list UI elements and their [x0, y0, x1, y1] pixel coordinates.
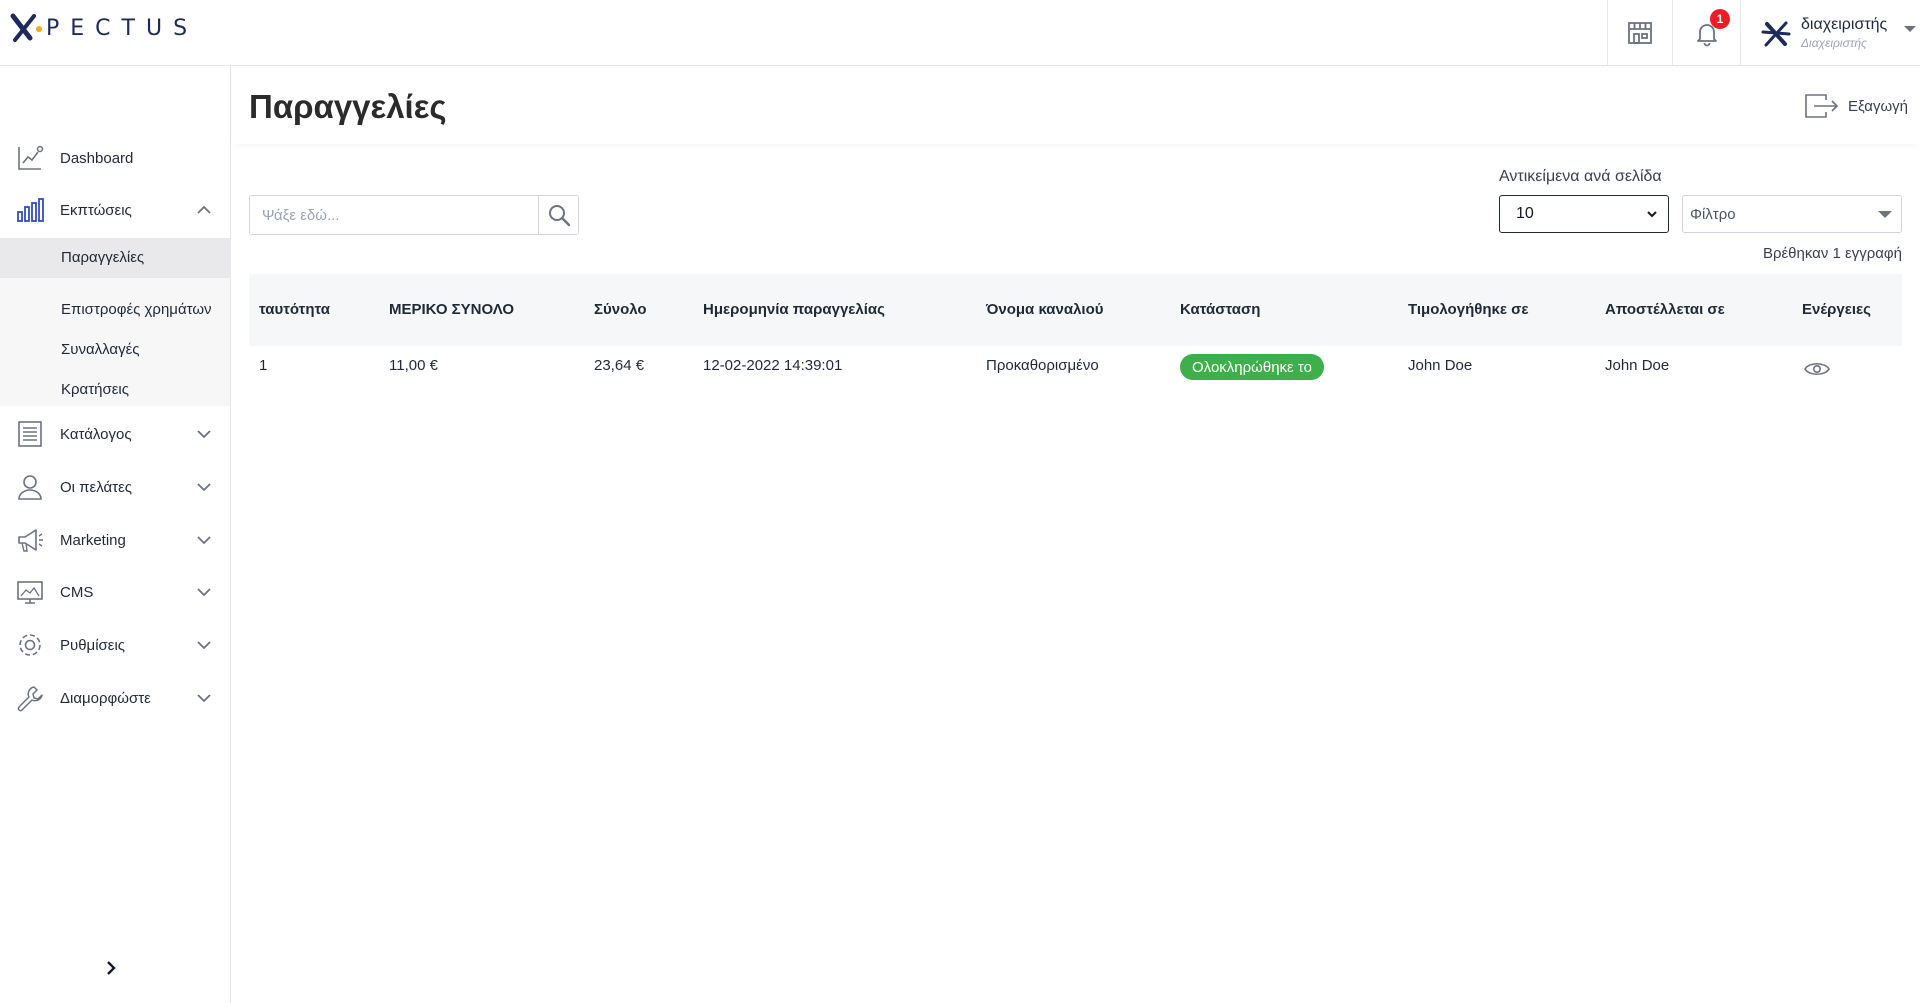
column-header-order-date[interactable]: Ημερομηνία παραγγελίας [703, 301, 885, 318]
chevron-up-icon [197, 205, 211, 214]
sidebar-item-label: Dashboard [60, 149, 134, 167]
cell-order-date: 12-02-2022 14:39:01 [703, 357, 843, 374]
megaphone-icon [18, 529, 43, 552]
sidebar: Dashboard Εκπτώσεις Παραγγελίες Επιστροφ… [0, 66, 231, 1003]
records-count: Βρέθηκαν 1 εγγραφή [1762, 245, 1902, 262]
sidebar-item-label: Εκπτώσεις [60, 201, 132, 219]
logo-text: PECTUS [46, 15, 199, 41]
table-row: 1 11,00 € 23,64 € 12-02-2022 14:39:01 Πρ… [249, 346, 1902, 388]
search-icon [548, 205, 570, 227]
sidebar-item-label: Διαμορφώστε [60, 689, 151, 707]
sidebar-item-cms[interactable]: CMS [0, 570, 230, 614]
sidebar-item-label: CMS [60, 583, 94, 601]
table-header: ταυτότητα ΜΕΡΙΚΟ ΣΥΝΟΛΟ Σύνολο Ημερομηνί… [249, 274, 1902, 346]
sidebar-item-label: Ρυθμίσεις [60, 636, 126, 654]
gear-icon [19, 634, 41, 656]
sidebar-item-marketing[interactable]: Marketing [0, 518, 230, 562]
cell-channel: Προκαθορισμένο [986, 357, 1099, 374]
per-page-select[interactable]: 10 [1499, 195, 1669, 233]
chevron-down-icon [197, 430, 211, 439]
eye-icon[interactable] [1804, 360, 1830, 378]
bar-chart-icon [17, 198, 44, 222]
search-box [249, 195, 579, 235]
sidebar-item-settings[interactable]: Ρυθμίσεις [0, 623, 230, 667]
column-header-total[interactable]: Σύνολο [594, 301, 647, 318]
chevron-down-icon [197, 483, 211, 492]
sidebar-subitem-transactions[interactable]: Συναλλαγές [61, 341, 140, 358]
sidebar-subitem-bookings[interactable]: Κρατήσεις [61, 381, 129, 398]
page-title-bar: Παραγγελίες Εξαγωγή [232, 66, 1920, 144]
avatar [1761, 21, 1791, 46]
chevron-down-icon [197, 588, 211, 597]
search-input[interactable] [250, 196, 539, 234]
column-header-id[interactable]: ταυτότητα [259, 301, 330, 318]
store-icon [1628, 21, 1652, 44]
sidebar-toggle-chevron-right-icon[interactable] [101, 958, 121, 978]
list-icon [18, 421, 42, 447]
export-icon [1805, 94, 1839, 118]
column-header-billed-to[interactable]: Τιμολογήθηκε σε [1408, 301, 1529, 318]
user-menu[interactable]: διαχειριστής Διαχειριστής [1740, 0, 1920, 65]
notifications-button[interactable]: 1 [1672, 0, 1740, 65]
export-button[interactable]: Εξαγωγή [1804, 92, 1908, 120]
storefront-button[interactable] [1607, 0, 1672, 65]
column-header-status[interactable]: Κατάσταση [1180, 301, 1260, 318]
user-role: Διαχειριστής [1801, 35, 1867, 50]
sidebar-item-customers[interactable]: Οι πελάτες [0, 465, 230, 509]
sidebar-item-catalog[interactable]: Κατάλογος [0, 412, 230, 456]
sidebar-item-dashboard[interactable]: Dashboard [0, 136, 230, 180]
column-header-channel[interactable]: Όνομα καναλιού [986, 301, 1104, 318]
sidebar-subitem-refunds[interactable]: Επιστροφές χρημάτων [61, 301, 212, 318]
column-header-actions: Ενέργειες [1802, 301, 1871, 318]
user-icon [18, 475, 42, 500]
sidebar-item-configure[interactable]: Διαμορφώστε [0, 676, 230, 720]
chart-line-icon [18, 145, 44, 170]
caret-down-icon [1904, 25, 1917, 32]
logo[interactable]: PECTUS [10, 12, 198, 44]
status-badge: Ολοκληρώθηκε το [1180, 354, 1324, 380]
header-actions: 1 διαχειριστής Διαχειριστής [1607, 0, 1920, 65]
sidebar-subitem-orders[interactable]: Παραγγελίες [61, 249, 144, 266]
chevron-down-icon [197, 641, 211, 650]
chevron-down-icon [197, 536, 211, 545]
submenu-discounts: Παραγγελίες Επιστροφές χρημάτων Συναλλαγ… [0, 238, 230, 406]
caret-down-icon [1878, 211, 1892, 218]
chevron-down-icon [197, 694, 211, 703]
cell-shipped-to: John Doe [1605, 357, 1670, 374]
cell-total: 23,64 € [594, 357, 645, 374]
filter-label: Φίλτρο [1690, 205, 1736, 223]
search-button[interactable] [538, 196, 578, 234]
user-name: διαχειριστής [1801, 15, 1888, 33]
xpectus-logo-icon [10, 13, 42, 42]
per-page-label: Αντικείμενα ανά σελίδα [1499, 168, 1662, 185]
column-header-shipped-to[interactable]: Αποστέλλεται σε [1605, 301, 1725, 318]
filter-select[interactable]: Φίλτρο [1682, 195, 1902, 233]
notification-badge: 1 [1710, 9, 1730, 29]
page-title: Παραγγελίες [249, 88, 447, 125]
top-header: PECTUS 1 διαχειριστής Διαχειριστής [0, 0, 1920, 66]
export-label: Εξαγωγή [1847, 97, 1908, 115]
wrench-icon [17, 686, 43, 712]
user-info: διαχειριστής Διαχειριστής [1801, 16, 1887, 50]
sidebar-item-label: Κατάλογος [60, 425, 132, 443]
sidebar-item-label: Οι πελάτες [60, 478, 132, 496]
cell-billed-to: John Doe [1408, 357, 1473, 374]
monitor-icon [17, 581, 43, 604]
column-header-subtotal[interactable]: ΜΕΡΙΚΟ ΣΥΝΟΛΟ [389, 301, 514, 318]
cell-subtotal: 11,00 € [389, 357, 438, 374]
sidebar-item-label: Marketing [60, 531, 126, 549]
per-page-value: 10 [1516, 205, 1534, 222]
chevron-down-icon [1647, 211, 1657, 218]
cell-id: 1 [259, 357, 268, 374]
sidebar-item-discounts[interactable]: Εκπτώσεις [0, 188, 230, 232]
